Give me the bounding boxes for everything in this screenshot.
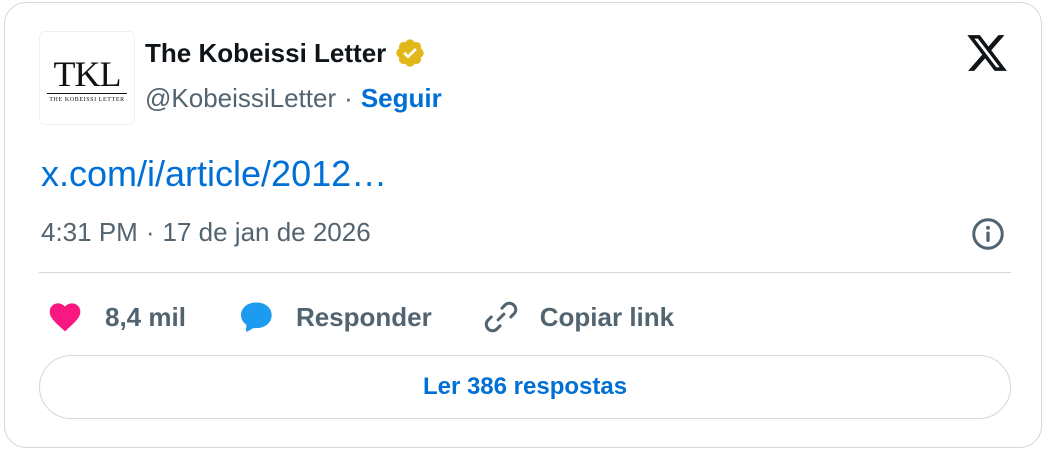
speech-bubble-icon — [240, 302, 272, 332]
avatar-monogram: TKL — [53, 53, 122, 94]
verified-badge-icon — [396, 39, 424, 67]
x-logo-icon[interactable] — [964, 31, 1010, 75]
reply-label: Responder — [295, 301, 432, 332]
author-name[interactable]: The Kobeissi Letter — [145, 38, 386, 69]
follow-button[interactable]: Seguir — [361, 83, 442, 114]
post-date[interactable]: 17 de jan de 2026 — [163, 217, 371, 248]
author-name-row: The Kobeissi Letter — [145, 37, 426, 69]
avatar-subtitle: THE KOBEISSI LETTER — [49, 96, 125, 103]
embedded-post-card: TKL THE KOBEISSI LETTER The Kobeissi Let… — [4, 2, 1042, 448]
article-link[interactable]: x.com/i/article/2012… — [41, 153, 387, 195]
copy-link-label: Copiar link — [539, 301, 675, 332]
copy-link-button[interactable]: Copiar link — [482, 298, 674, 336]
link-icon — [484, 301, 517, 333]
read-replies-button[interactable]: Ler 386 respostas — [39, 355, 1011, 419]
avatar-rule — [47, 92, 127, 94]
handle-separator: · — [344, 83, 353, 113]
heart-icon — [49, 303, 81, 332]
meta-separator: · — [145, 217, 155, 247]
action-bar: 8,4 mil Responder Copiar link — [45, 295, 674, 339]
post-time[interactable]: 4:31 PM — [41, 217, 138, 248]
divider — [39, 272, 1011, 273]
like-button[interactable]: 8,4 mil — [45, 297, 186, 337]
info-icon[interactable] — [970, 216, 1006, 252]
author-handle-row: @KobeissiLetter · Seguir — [145, 83, 442, 114]
like-count: 8,4 mil — [105, 301, 186, 332]
avatar[interactable]: TKL THE KOBEISSI LETTER — [39, 31, 135, 125]
post-meta: 4:31 PM · 17 de jan de 2026 — [41, 217, 371, 248]
author-handle[interactable]: @KobeissiLetter — [145, 83, 336, 114]
reply-button[interactable]: Responder — [236, 297, 432, 337]
